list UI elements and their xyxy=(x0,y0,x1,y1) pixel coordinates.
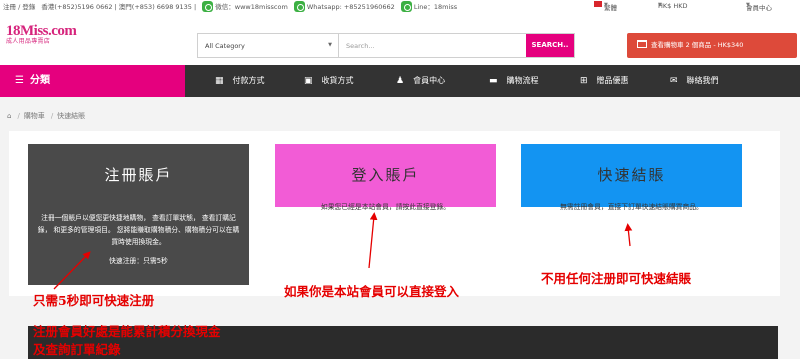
guest-annotation: 不用任何注册即可快速結賬 xyxy=(541,271,692,286)
register-annotation: 只需5秒即可快速注册 xyxy=(33,293,155,308)
login-annotation: 如果你是本站會員可以直接登入 xyxy=(284,284,460,299)
member-benefit-note: 注册會員好處是能累計積分換現金 及查詢訂單紀錄 xyxy=(33,323,221,359)
arrow-to-guest xyxy=(624,223,633,247)
benefit-line-2: 及查詢訂單紀錄 xyxy=(33,342,121,357)
arrow-to-login xyxy=(368,212,378,269)
benefit-line-1: 注册會員好處是能累計積分換現金 xyxy=(33,324,221,339)
arrow-to-register xyxy=(53,251,91,290)
